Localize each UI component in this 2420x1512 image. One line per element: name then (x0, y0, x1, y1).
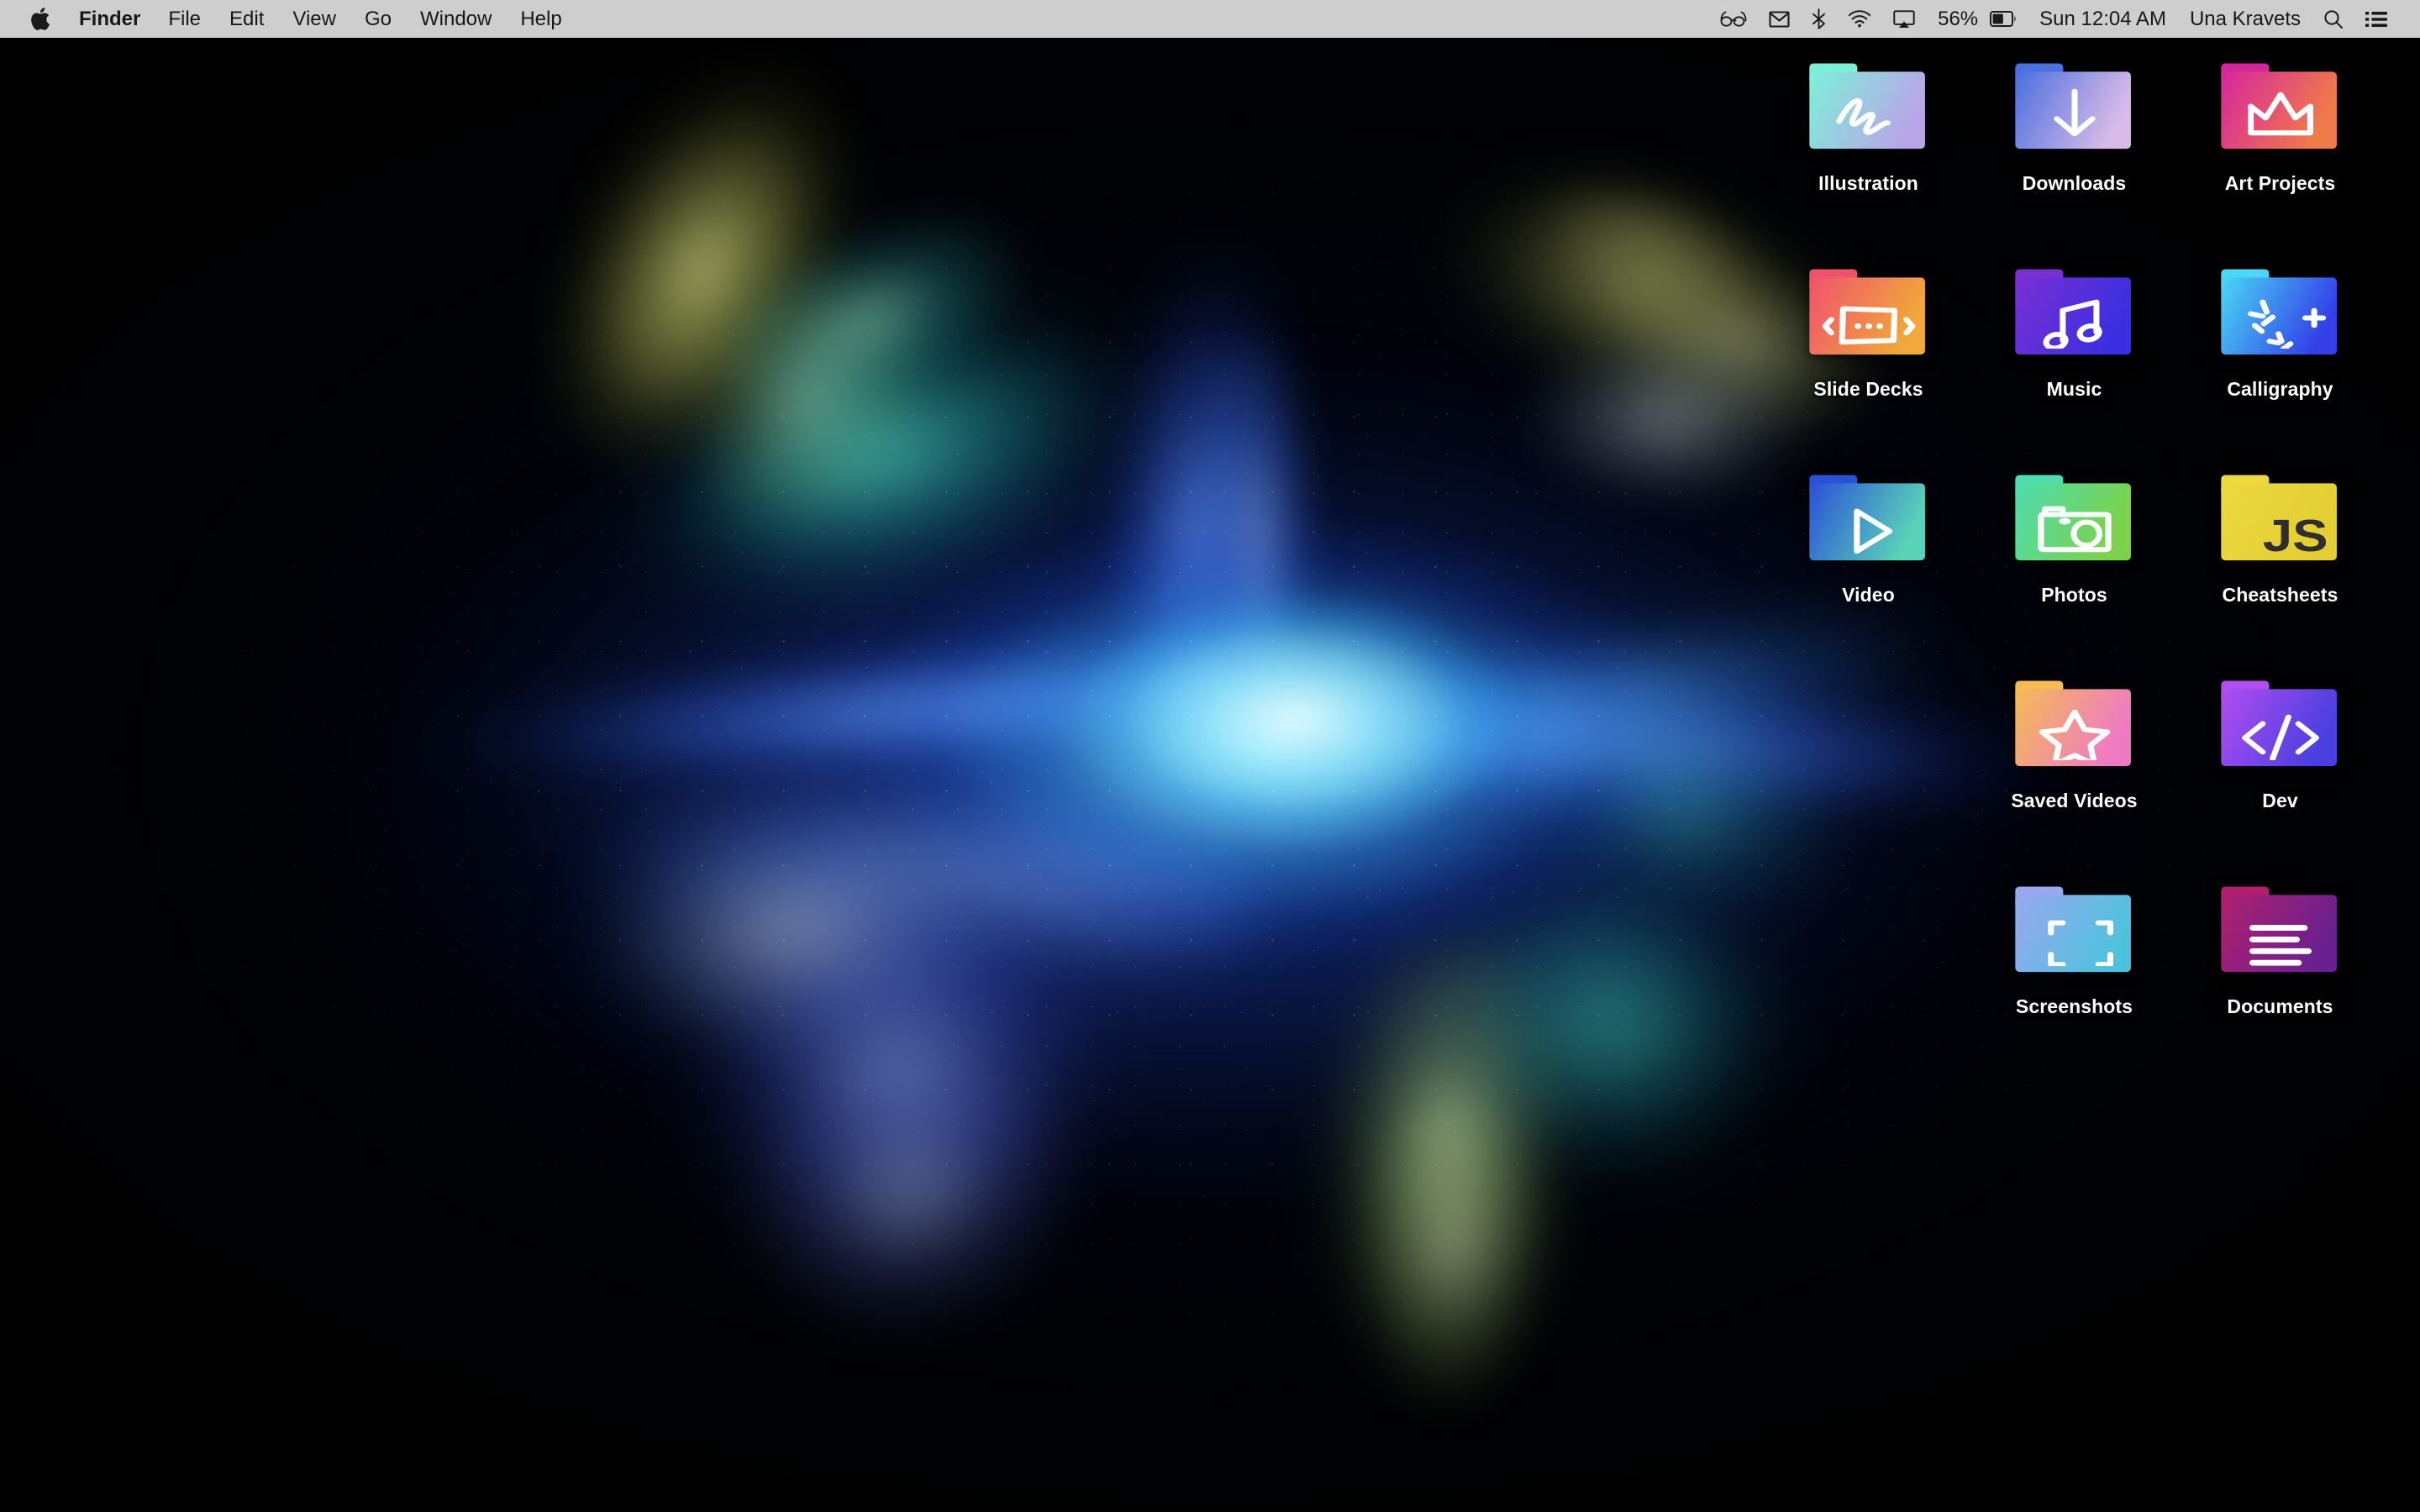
desktop-icon-screenshots[interactable]: Screenshots (1971, 875, 2177, 1081)
desktop-icon-label: Music (2047, 378, 2102, 401)
camera-icon (2012, 469, 2138, 573)
desktop-icon-grid: Illustration Downloads (1765, 52, 2383, 1081)
scribble-icon (1806, 57, 1932, 161)
desktop-icon-label: Illustration (1818, 172, 1918, 195)
battery-percent-label: 56% (1926, 0, 1990, 38)
menu-bar: Finder File Edit View Go Window Help (0, 0, 2420, 38)
menu-item-view[interactable]: View (278, 0, 350, 38)
desktop-icon-label: Slide Decks (1813, 378, 1923, 401)
text-lines-icon (2217, 880, 2344, 984)
desktop-icon-downloads[interactable]: Downloads (1971, 52, 2177, 258)
music-note-icon (2012, 263, 2138, 367)
wallpaper-upward-blue-plume-2 (1186, 121, 1331, 665)
battery-icon[interactable] (1990, 0, 2028, 38)
desktop-icon-label: Photos (2041, 584, 2107, 606)
desktop-icon-art-projects[interactable]: Art Projects (2177, 52, 2383, 258)
desktop-icon-calligraphy[interactable]: Calligraphy (2177, 258, 2383, 464)
desktop-icon-illustration[interactable]: Illustration (1765, 52, 1971, 258)
desktop-icon-label: Art Projects (2225, 172, 2336, 195)
svg-text:JS: JS (2262, 512, 2328, 561)
desktop-icon-dev[interactable]: Dev (2177, 669, 2383, 875)
slide-deck-icon (1806, 263, 1932, 367)
crop-frame-icon (2012, 880, 2138, 984)
desktop-icon-label: Documents (2227, 995, 2333, 1018)
mail-icon[interactable] (1758, 0, 1801, 38)
desktop-icon-music[interactable]: Music (1971, 258, 2177, 464)
desktop-icon-saved-videos[interactable]: Saved Videos (1971, 669, 2177, 875)
apple-logo-icon[interactable] (29, 0, 66, 38)
bluetooth-icon[interactable] (1801, 0, 1837, 38)
control-center-icon[interactable] (2354, 0, 2398, 38)
desktop-icon-label: Calligraphy (2227, 378, 2333, 401)
wifi-icon[interactable] (1837, 0, 1882, 38)
desktop-icon-label: Screenshots (2016, 995, 2133, 1018)
desktop-icon-label: Downloads (2023, 172, 2127, 195)
play-icon (1806, 469, 1932, 573)
desktop-icon-label: Video (1842, 584, 1895, 606)
menu-item-help[interactable]: Help (506, 0, 576, 38)
menu-item-finder[interactable]: Finder (66, 0, 154, 38)
desktop-icon-photos[interactable]: Photos (1971, 464, 2177, 669)
airplay-icon[interactable] (1882, 0, 1926, 38)
desktop-icon-documents[interactable]: Documents (2177, 875, 2383, 1081)
arrow-down-icon (2012, 57, 2138, 161)
user-name[interactable]: Una Kravets (2178, 0, 2312, 38)
menu-bar-left: Finder File Edit View Go Window Help (0, 0, 576, 38)
desktop-icon-label: Saved Videos (2011, 790, 2137, 812)
desktop-icon-label: Dev (2262, 790, 2298, 812)
star-icon (2012, 675, 2138, 779)
desktop[interactable]: Illustration Downloads (0, 0, 2420, 1512)
desktop-icon-video[interactable]: Video (1765, 464, 1971, 669)
menu-item-go[interactable]: Go (350, 0, 406, 38)
desktop-icon-cheatsheets[interactable]: JS Cheatsheets (2177, 464, 2383, 669)
menu-item-window[interactable]: Window (406, 0, 506, 38)
js-logo-icon: JS (2217, 469, 2344, 573)
clock[interactable]: Sun 12:04 AM (2028, 0, 2178, 38)
search-icon[interactable] (2312, 0, 2354, 38)
menu-item-edit[interactable]: Edit (215, 0, 278, 38)
sparkles-icon (2217, 263, 2344, 367)
menu-item-file[interactable]: File (154, 0, 215, 38)
voiceover-glasses-icon[interactable] (1709, 0, 1758, 38)
menu-bar-status-area: 56% Sun 12:04 AM Una Kravets (1709, 0, 2420, 38)
crown-icon (2217, 57, 2344, 161)
desktop-icon-slide-decks[interactable]: Slide Decks (1765, 258, 1971, 464)
code-brackets-icon (2217, 675, 2344, 779)
desktop-icon-label: Cheatsheets (2223, 584, 2338, 606)
